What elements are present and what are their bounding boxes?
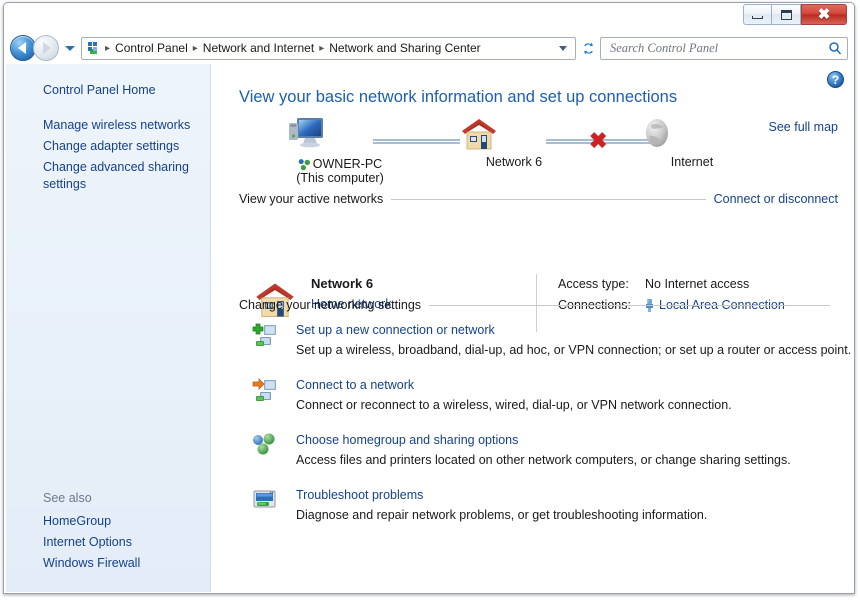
sidebar: Control Panel Home Manage wireless netwo… <box>5 64 211 592</box>
sidebar-item-change-advanced-sharing-settings[interactable]: Change advanced sharing settings <box>5 157 210 195</box>
maximize-icon <box>780 9 792 20</box>
computer-icon <box>289 118 323 148</box>
breadcrumb-separator: ▸ <box>192 42 198 54</box>
map-computer-label: OWNER-PC <box>285 157 395 171</box>
breadcrumb-item-network-and-sharing-center[interactable]: Network and Sharing Center <box>325 39 484 57</box>
search-icon <box>829 42 842 55</box>
search-box[interactable] <box>600 36 848 60</box>
maximize-button[interactable] <box>772 4 801 25</box>
setting-description: Connect or reconnect to a wireless, wire… <box>296 398 732 412</box>
connect-network-icon <box>251 377 279 405</box>
breadcrumb-item-control-panel[interactable]: Control Panel <box>111 39 192 57</box>
caption-buttons: ✖ <box>743 4 847 25</box>
minimize-icon <box>752 16 763 19</box>
access-type-value: No Internet access <box>645 277 750 291</box>
sidebar-item-manage-wireless-networks[interactable]: Manage wireless networks <box>5 115 210 136</box>
setting-title[interactable]: Connect to a network <box>296 378 414 392</box>
networking-settings-header: Change your networking settings <box>239 298 838 312</box>
map-node-computer[interactable]: OWNER-PC (This computer) <box>285 114 395 185</box>
setting-description: Diagnose and repair network problems, or… <box>296 508 708 522</box>
active-networks-header: View your active networks Connect or dis… <box>239 192 838 206</box>
minimize-button[interactable] <box>743 4 772 25</box>
content-pane: ? View your basic network information an… <box>211 64 854 592</box>
search-input[interactable] <box>608 39 828 57</box>
forward-arrow-icon <box>43 42 51 54</box>
forward-button[interactable] <box>33 35 59 61</box>
close-icon: ✖ <box>817 6 831 23</box>
globe-icon <box>646 119 668 147</box>
refresh-icon <box>583 41 593 55</box>
network-map: OWNER-PC (This computer) Network 6 ✖ Int… <box>239 114 829 186</box>
troubleshoot-icon <box>251 487 279 515</box>
refresh-button[interactable] <box>576 35 600 61</box>
page-title: View your basic network information and … <box>239 88 678 106</box>
access-type-label: Access type: <box>558 277 629 291</box>
add-connection-icon <box>251 322 279 350</box>
map-link-computer-network <box>373 139 460 144</box>
setting-title[interactable]: Set up a new connection or network <box>296 323 495 337</box>
navigation-buttons <box>10 35 79 61</box>
sidebar-item-change-adapter-settings[interactable]: Change adapter settings <box>5 136 210 157</box>
map-internet-label: Internet <box>670 155 714 169</box>
sidebar-item-windows-firewall[interactable]: Windows Firewall <box>5 553 210 574</box>
setting-title[interactable]: Troubleshoot problems <box>296 488 423 502</box>
map-computer-sublabel: (This computer) <box>296 171 384 186</box>
help-icon[interactable]: ? <box>827 71 844 88</box>
breadcrumb-separator: ▸ <box>319 42 325 54</box>
sidebar-item-control-panel-home[interactable]: Control Panel Home <box>5 80 210 101</box>
connect-or-disconnect-link[interactable]: Connect or disconnect <box>714 192 838 206</box>
active-network-name: Network 6 <box>311 276 374 291</box>
see-full-map-link[interactable]: See full map <box>769 120 838 134</box>
active-networks-title: View your active networks <box>239 192 384 206</box>
recent-pages-chevron-down-icon[interactable] <box>65 45 75 51</box>
control-panel-window: ✖ ▸ Control Panel ▸ Network and Internet… <box>0 0 860 600</box>
breadcrumb-separator: ▸ <box>105 42 111 54</box>
sidebar-item-internet-options[interactable]: Internet Options <box>5 532 210 553</box>
back-arrow-icon <box>18 42 26 54</box>
title-bar: ✖ <box>4 3 854 30</box>
broken-link-x-icon: ✖ <box>589 128 608 153</box>
setting-title[interactable]: Choose homegroup and sharing options <box>296 433 518 447</box>
control-panel-icon <box>86 40 102 56</box>
setting-description: Access files and printers located on oth… <box>296 453 791 467</box>
sidebar-item-homegroup[interactable]: HomeGroup <box>5 511 210 532</box>
breadcrumb-chevron-down-icon[interactable] <box>559 45 567 51</box>
homegroup-icon <box>251 432 279 460</box>
see-also-section: See also HomeGroup Internet Options Wind… <box>5 489 210 574</box>
breadcrumb-item-network-and-internet[interactable]: Network and Internet <box>199 39 318 57</box>
close-button[interactable]: ✖ <box>801 4 847 25</box>
network-sharing-icon <box>298 158 311 171</box>
setting-description: Set up a wireless, broadband, dial-up, a… <box>296 343 852 357</box>
address-toolbar: ▸ Control Panel ▸ Network and Internet ▸… <box>5 32 853 64</box>
breadcrumb[interactable]: ▸ Control Panel ▸ Network and Internet ▸… <box>81 36 576 60</box>
section-divider <box>391 198 706 200</box>
section-divider <box>429 304 830 306</box>
map-computer-name: OWNER-PC <box>312 157 383 171</box>
house-icon <box>462 119 496 150</box>
window-body: Control Panel Home Manage wireless netwo… <box>5 64 854 592</box>
networking-settings-title: Change your networking settings <box>239 298 422 312</box>
see-also-title: See also <box>43 491 92 505</box>
map-network-label: Network 6 <box>485 155 543 169</box>
map-node-internet[interactable]: Internet <box>637 116 747 169</box>
